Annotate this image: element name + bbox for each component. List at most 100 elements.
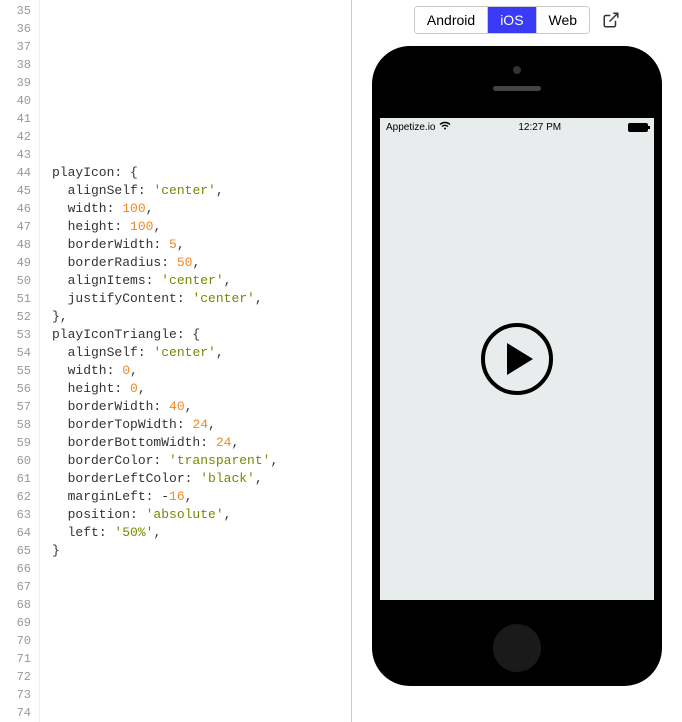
line-number: 73 [0, 686, 31, 704]
line-number: 36 [0, 20, 31, 38]
line-number: 66 [0, 560, 31, 578]
line-number: 65 [0, 542, 31, 560]
code-line[interactable]: }, [52, 308, 351, 326]
code-line[interactable] [52, 560, 351, 578]
line-number: 40 [0, 92, 31, 110]
line-number: 47 [0, 218, 31, 236]
status-bar: Appetize.io 12:27 PM [380, 118, 654, 136]
line-number: 69 [0, 614, 31, 632]
tab-web[interactable]: Web [536, 7, 590, 33]
code-line[interactable]: borderRadius: 50, [52, 254, 351, 272]
line-number: 72 [0, 668, 31, 686]
platform-tabs: Android iOS Web [414, 6, 590, 34]
line-number: 57 [0, 398, 31, 416]
code-line[interactable] [52, 74, 351, 92]
code-line[interactable]: playIconTriangle: { [52, 326, 351, 344]
line-gutter: 3536373839404142434445464748495051525354… [0, 0, 40, 722]
code-line[interactable] [52, 38, 351, 56]
line-number: 60 [0, 452, 31, 470]
clock-label: 12:27 PM [518, 122, 561, 133]
line-number: 35 [0, 2, 31, 20]
code-line[interactable]: playIcon: { [52, 164, 351, 182]
line-number: 71 [0, 650, 31, 668]
code-line[interactable]: alignSelf: 'center', [52, 344, 351, 362]
code-line[interactable] [52, 2, 351, 20]
code-line[interactable]: width: 0, [52, 362, 351, 380]
code-line[interactable]: width: 100, [52, 200, 351, 218]
device-frame: Appetize.io 12:27 PM [372, 46, 662, 686]
line-number: 64 [0, 524, 31, 542]
code-line[interactable]: borderBottomWidth: 24, [52, 434, 351, 452]
code-line[interactable] [52, 596, 351, 614]
code-line[interactable] [52, 704, 351, 722]
line-number: 56 [0, 380, 31, 398]
code-line[interactable] [52, 110, 351, 128]
code-editor[interactable]: 3536373839404142434445464748495051525354… [0, 0, 352, 722]
line-number: 45 [0, 182, 31, 200]
device-camera [513, 66, 521, 74]
line-number: 50 [0, 272, 31, 290]
code-line[interactable]: borderColor: 'transparent', [52, 452, 351, 470]
code-line[interactable]: borderWidth: 40, [52, 398, 351, 416]
line-number: 46 [0, 200, 31, 218]
line-number: 39 [0, 74, 31, 92]
code-line[interactable]: borderLeftColor: 'black', [52, 470, 351, 488]
line-number: 52 [0, 308, 31, 326]
tab-ios[interactable]: iOS [487, 7, 535, 33]
code-line[interactable]: alignSelf: 'center', [52, 182, 351, 200]
code-line[interactable]: left: '50%', [52, 524, 351, 542]
code-line[interactable]: height: 100, [52, 218, 351, 236]
line-number: 61 [0, 470, 31, 488]
line-number: 62 [0, 488, 31, 506]
code-line[interactable]: marginLeft: -16, [52, 488, 351, 506]
wifi-icon [439, 121, 451, 133]
line-number: 49 [0, 254, 31, 272]
line-number: 48 [0, 236, 31, 254]
code-area[interactable]: playIcon: { alignSelf: 'center', width: … [40, 0, 351, 722]
line-number: 55 [0, 362, 31, 380]
line-number: 54 [0, 344, 31, 362]
code-line[interactable] [52, 56, 351, 74]
line-number: 59 [0, 434, 31, 452]
device-speaker [493, 86, 541, 91]
carrier-label: Appetize.io [386, 122, 435, 133]
line-number: 67 [0, 578, 31, 596]
open-external-icon[interactable] [602, 11, 620, 29]
home-button[interactable] [493, 624, 541, 672]
line-number: 38 [0, 56, 31, 74]
tab-android[interactable]: Android [415, 7, 487, 33]
play-triangle-icon [507, 343, 533, 375]
line-number: 44 [0, 164, 31, 182]
line-number: 53 [0, 326, 31, 344]
code-line[interactable]: alignItems: 'center', [52, 272, 351, 290]
code-line[interactable]: borderWidth: 5, [52, 236, 351, 254]
code-line[interactable] [52, 686, 351, 704]
code-line[interactable]: } [52, 542, 351, 560]
line-number: 74 [0, 704, 31, 722]
code-line[interactable] [52, 128, 351, 146]
line-number: 70 [0, 632, 31, 650]
code-line[interactable] [52, 650, 351, 668]
preview-panel: Android iOS Web Appetize.io 12:27 PM [352, 0, 682, 722]
code-line[interactable] [52, 632, 351, 650]
code-line[interactable] [52, 92, 351, 110]
code-line[interactable]: position: 'absolute', [52, 506, 351, 524]
play-icon[interactable] [481, 323, 553, 395]
line-number: 41 [0, 110, 31, 128]
line-number: 58 [0, 416, 31, 434]
code-line[interactable] [52, 614, 351, 632]
code-line[interactable]: borderTopWidth: 24, [52, 416, 351, 434]
line-number: 51 [0, 290, 31, 308]
line-number: 42 [0, 128, 31, 146]
line-number: 63 [0, 506, 31, 524]
line-number: 37 [0, 38, 31, 56]
battery-icon [628, 123, 648, 132]
code-line[interactable] [52, 578, 351, 596]
line-number: 68 [0, 596, 31, 614]
code-line[interactable] [52, 668, 351, 686]
code-line[interactable]: height: 0, [52, 380, 351, 398]
device-screen[interactable]: Appetize.io 12:27 PM [380, 118, 654, 600]
code-line[interactable]: justifyContent: 'center', [52, 290, 351, 308]
code-line[interactable] [52, 20, 351, 38]
code-line[interactable] [52, 146, 351, 164]
